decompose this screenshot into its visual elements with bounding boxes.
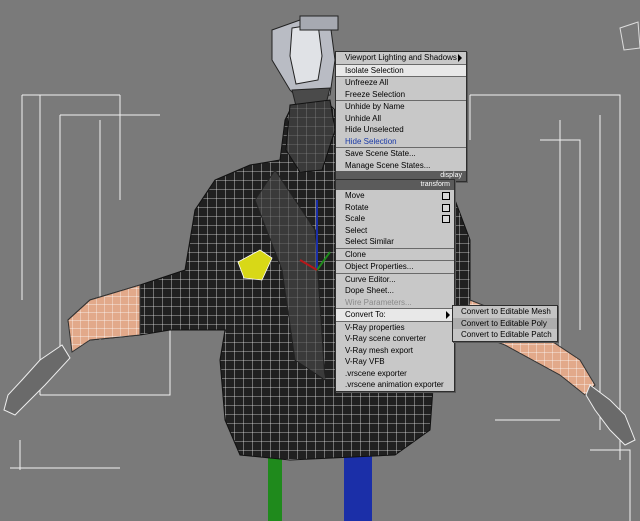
- menu-item-save-scene-state[interactable]: Save Scene State...: [336, 148, 466, 160]
- menu-item-convert-editable-patch[interactable]: Convert to Editable Patch: [453, 329, 557, 341]
- menu-item-object-properties[interactable]: Object Properties...: [336, 261, 454, 274]
- menu-item-clone[interactable]: Clone: [336, 249, 454, 261]
- quad-menu-transform: transform Move Rotate Scale Select Selec…: [335, 179, 455, 392]
- menu-item-unhide-by-name[interactable]: Unhide by Name: [336, 101, 466, 113]
- menu-item-vrscene-exporter[interactable]: .vrscene exporter: [336, 368, 454, 380]
- convert-to-submenu: Convert to Editable Mesh Convert to Edit…: [452, 305, 558, 342]
- settings-box-icon[interactable]: [442, 215, 450, 223]
- menu-item-move[interactable]: Move: [336, 190, 454, 202]
- menu-item-vray-mesh-export[interactable]: V-Ray mesh export: [336, 345, 454, 357]
- menu-item-select[interactable]: Select: [336, 225, 454, 237]
- menu-item-viewport-lighting-and-shadows[interactable]: Viewport Lighting and Shadows: [336, 52, 466, 65]
- settings-box-icon[interactable]: [442, 203, 450, 212]
- menu-item-freeze-selection[interactable]: Freeze Selection: [336, 89, 466, 101]
- menu-item-scale[interactable]: Scale: [336, 213, 454, 225]
- 3d-viewport[interactable]: [0, 0, 640, 521]
- head-boxes: [271, 15, 339, 107]
- submenu-arrow-icon: [458, 54, 462, 62]
- menu-item-select-similar[interactable]: Select Similar: [336, 236, 454, 249]
- menu-item-wire-parameters[interactable]: Wire Parameters...: [336, 297, 454, 309]
- menu-item-dope-sheet[interactable]: Dope Sheet...: [336, 285, 454, 297]
- menu-item-vray-scene-converter[interactable]: V-Ray scene converter: [336, 333, 454, 345]
- quad-header-transform: transform: [336, 180, 454, 190]
- scene-canvas: [3, 15, 640, 521]
- menu-item-hide-unselected[interactable]: Hide Unselected: [336, 124, 466, 136]
- menu-item-unfreeze-all[interactable]: Unfreeze All: [336, 77, 466, 89]
- menu-item-hide-selection[interactable]: Hide Selection: [336, 136, 466, 148]
- menu-item-convert-to[interactable]: Convert To:: [336, 309, 454, 322]
- menu-item-curve-editor[interactable]: Curve Editor...: [336, 274, 454, 286]
- menu-item-convert-editable-poly[interactable]: Convert to Editable Poly: [453, 317, 557, 329]
- submenu-arrow-icon: [446, 311, 450, 319]
- menu-item-vray-properties[interactable]: V-Ray properties: [336, 322, 454, 334]
- viewcube-icon: [619, 21, 640, 51]
- menu-item-isolate-selection[interactable]: Isolate Selection: [336, 64, 466, 77]
- menu-item-rotate[interactable]: Rotate: [336, 202, 454, 214]
- left-arm: [67, 284, 141, 353]
- menu-item-manage-scene-states[interactable]: Manage Scene States...: [336, 160, 466, 172]
- menu-item-vrscene-animation-exporter[interactable]: .vrscene animation exporter: [336, 379, 454, 391]
- menu-item-vray-vfb[interactable]: V-Ray VFB: [336, 356, 454, 368]
- quad-menu-display: Viewport Lighting and Shadows Isolate Se…: [335, 51, 467, 182]
- menu-item-unhide-all[interactable]: Unhide All: [336, 113, 466, 125]
- menu-item-convert-editable-mesh[interactable]: Convert to Editable Mesh: [453, 306, 557, 318]
- settings-box-icon[interactable]: [442, 192, 450, 200]
